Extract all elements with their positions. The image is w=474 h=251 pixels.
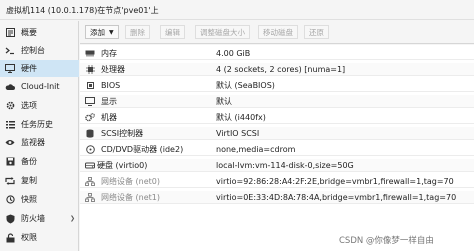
row-key: BIOS [101,80,121,90]
chevron-right-icon: ❯ [70,215,76,222]
list-icon [5,120,15,130]
sidebar-item-console[interactable]: 控制台 [0,42,79,59]
hardware-grid: 内存 4.00 GiB 处理器 4 (2 sockets, 2 cores) [… [80,45,474,251]
sidebar-item-summary[interactable]: 概要 [0,24,79,41]
sidebar-item-snapshot[interactable]: 快照 [0,191,79,208]
sidebar: 概要 控制台 硬件 Cloud-Init 选项 任务历史 监视器 备份 复制 快… [0,21,79,251]
table-row[interactable]: 显示 默认 [80,95,474,108]
sidebar-item-label: 快照 [21,195,37,204]
shield-icon [5,214,15,224]
row-key: 机器 [101,112,117,122]
row-key: 网络设备 (net1) [101,192,161,202]
console-icon [5,46,15,56]
table-row[interactable]: 机器 默认 (i440fx) [80,111,474,124]
row-value: 4.00 GiB [216,48,251,58]
eye-icon [5,138,15,148]
bios-icon [85,80,95,90]
row-key: 硬盘 (virtio0) [97,160,148,170]
hdd-icon [85,160,95,170]
row-value: 默认 (SeaBIOS) [216,80,275,90]
table-row[interactable]: 网络设备 (net1) virtio=0E:33:4D:8A:78:4A,bri… [80,191,474,204]
cloud-icon [5,82,15,92]
database-icon [85,128,95,138]
table-row[interactable]: 处理器 4 (2 sockets, 2 cores) [numa=1] [80,63,474,76]
sidebar-item-replication[interactable]: 复制 [0,172,79,189]
sidebar-item-label: 监视器 [21,138,45,147]
row-key: SCSI控制器 [101,128,144,138]
sidebar-item-label: 选项 [21,101,37,110]
sidebar-item-label: 概要 [21,28,37,37]
network-icon [85,192,95,202]
sidebar-item-firewall[interactable]: 防火墙 ❯ [0,210,79,227]
table-row[interactable]: 硬盘 (virtio0) local-lvm:vm-114-disk-0,siz… [80,159,474,172]
table-row[interactable]: BIOS 默认 (SeaBIOS) [80,79,474,92]
row-value: local-lvm:vm-114-disk-0,size=50G [216,160,354,170]
remove-button-label: 删除 [130,27,145,37]
move-disk-button-label: 移动磁盘 [263,27,293,37]
sidebar-item-label: 控制台 [21,46,45,55]
toolbar: 添加 ▼ 删除 编辑 调整磁盘大小 移动磁盘 还原 [80,21,474,44]
row-value: 4 (2 sockets, 2 cores) [numa=1] [216,64,346,74]
monitor-icon [5,64,15,74]
remove-button[interactable]: 删除 [125,25,150,39]
sidebar-item-monitor[interactable]: 监视器 [0,134,79,151]
sidebar-item-label: 复制 [21,176,37,185]
add-button-label: 添加 [90,27,105,37]
network-icon [85,176,95,186]
memory-icon [85,48,95,58]
cpu-icon [85,64,95,74]
row-value: virtio=0E:33:4D:8A:78:4A,bridge=vmbr1,fi… [216,192,457,202]
row-key: 处理器 [101,64,125,74]
chevron-down-icon: ▼ [109,28,114,36]
table-row[interactable]: 网络设备 (net0) virtio=92:86:28:A4:2F:2E,bri… [80,175,474,188]
summary-icon [5,28,15,38]
history-icon [5,195,15,205]
row-value: VirtIO SCSI [216,128,260,138]
sidebar-item-backup[interactable]: 备份 [0,153,79,170]
table-row[interactable]: SCSI控制器 VirtIO SCSI [80,127,474,140]
row-value: 默认 [216,96,232,106]
sidebar-item-label: 权限 [21,233,37,242]
move-disk-button[interactable]: 移动磁盘 [258,25,298,39]
display-icon [85,96,95,106]
add-button[interactable]: 添加 ▼ [85,25,119,39]
sidebar-item-options[interactable]: 选项 [0,97,79,114]
floppy-icon [5,157,15,167]
sidebar-item-label: 防火墙 [21,214,45,223]
unlock-icon [5,232,15,243]
sidebar-item-label: 硬件 [21,64,37,73]
row-key: 网络设备 (net0) [101,176,161,186]
sidebar-item-permissions[interactable]: 权限 [0,229,79,246]
window-title: 虚拟机114 (10.0.1.178)在节点'pve01'上 [6,6,159,15]
resize-disk-button-label: 调整磁盘大小 [200,27,245,37]
revert-button-label: 还原 [309,27,324,37]
row-key: 显示 [101,96,117,106]
sidebar-item-label: 备份 [21,157,37,166]
sidebar-item-label: Cloud-Init [21,82,60,91]
row-value: 默认 (i440fx) [216,112,266,122]
row-value: none,media=cdrom [216,144,296,154]
watermark: CSDN @你像梦一样自由 [339,236,434,246]
retweet-icon [5,176,15,186]
window-titlebar: 虚拟机114 (10.0.1.178)在节点'pve01'上 [0,0,474,20]
row-key: 内存 [101,48,117,58]
edit-button[interactable]: 编辑 [160,25,185,39]
revert-button[interactable]: 还原 [304,25,329,39]
sidebar-item-label: 任务历史 [21,120,53,129]
cogs-icon [85,112,95,122]
resize-disk-button[interactable]: 调整磁盘大小 [195,25,250,39]
gear-icon [5,101,15,111]
edit-button-label: 编辑 [165,27,180,37]
sidebar-item-cloud-init[interactable]: Cloud-Init [0,78,79,95]
sidebar-item-task-history[interactable]: 任务历史 [0,116,79,133]
row-key: CD/DVD驱动器 (ide2) [101,144,184,154]
sidebar-item-hardware[interactable]: 硬件 [0,60,79,77]
table-row[interactable]: 内存 4.00 GiB [80,47,474,60]
table-row[interactable]: CD/DVD驱动器 (ide2) none,media=cdrom [80,143,474,156]
row-value: virtio=92:86:28:A4:2F:2E,bridge=vmbr1,fi… [216,176,454,186]
cdrom-icon [85,144,95,154]
